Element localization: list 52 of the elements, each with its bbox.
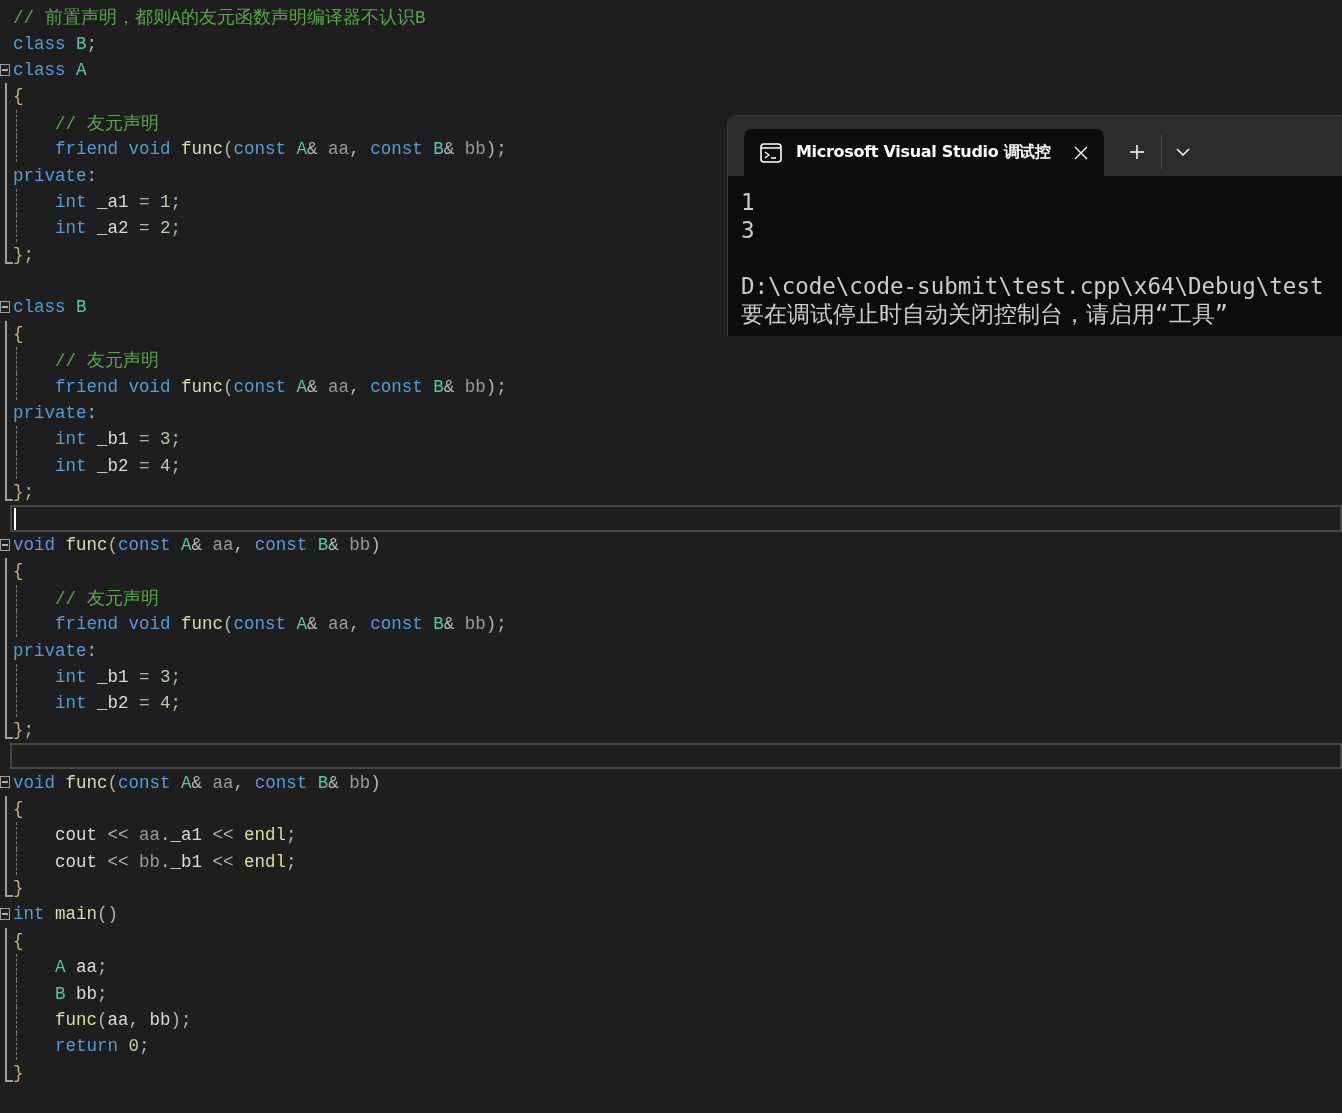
code-line: }: [13, 1062, 24, 1083]
code-line: friend void func(const A& aa, const B& bb);: [54, 376, 507, 397]
code-line: };: [13, 244, 35, 265]
console-output-line: 3: [741, 216, 756, 244]
code-line: func(aa, bb);: [54, 1010, 192, 1031]
code-line: // 友元声明: [54, 350, 159, 373]
code-line: class B;: [13, 33, 98, 54]
code-line: cout << aa._a1 << endl;: [54, 825, 297, 846]
code-line: {: [13, 86, 24, 107]
code-line: int _a1 = 1;: [54, 191, 182, 212]
code-line: {: [13, 798, 24, 819]
code-line: int _b2 = 4;: [54, 693, 182, 714]
code-line: {: [13, 930, 24, 951]
code-line: A aa;: [54, 957, 108, 978]
code-line: return 0;: [54, 1036, 150, 1057]
code-line: int _b1 = 3;: [54, 429, 182, 450]
code-line: int main(): [13, 904, 119, 925]
code-line: void func(const A& aa, const B& bb): [13, 535, 381, 555]
code-line: class A: [13, 59, 87, 80]
console-tab[interactable]: Microsoft Visual Studio 调试控: [744, 129, 1104, 176]
code-line: int _a2 = 2;: [54, 218, 182, 239]
code-line: };: [13, 719, 35, 740]
console-message-line: D:\code\code-submit\test.cpp\x64\Debug\test: [741, 272, 1325, 300]
code-line: class B: [13, 297, 87, 318]
code-line: // 友元声明: [54, 112, 159, 135]
code-line: };: [13, 482, 35, 503]
console-message-line: 要在调试停止时自动关闭控制台，请启用“工具”: [741, 300, 1230, 328]
code-line: // 友元声明: [54, 587, 159, 610]
code-line: B bb;: [54, 983, 108, 1004]
collapse-icon[interactable]: [0, 776, 10, 789]
plus-icon[interactable]: [1129, 144, 1145, 160]
code-line: int _b1 = 3;: [54, 666, 182, 687]
code-line: {: [13, 323, 24, 344]
collapse-icon[interactable]: [0, 301, 10, 314]
collapse-icon[interactable]: [0, 908, 10, 921]
close-icon[interactable]: [1074, 145, 1088, 160]
chevron-down-icon[interactable]: [1176, 147, 1190, 157]
code-line: {: [13, 561, 24, 582]
code-line: private:: [13, 640, 98, 661]
code-line: int _b2 = 4;: [54, 455, 182, 476]
code-line: friend void func(const A& aa, const B& bb);: [54, 139, 507, 160]
console-output-line: 1: [741, 188, 756, 216]
code-line: // 前置声明，都则A的友元函数声明编译器不认识B: [13, 7, 426, 30]
code-line: }: [13, 878, 24, 899]
code-line: void func(const A& aa, const B& bb): [13, 772, 381, 793]
collapse-icon[interactable]: [0, 538, 10, 551]
console-icon: [760, 142, 782, 163]
collapse-icon[interactable]: [0, 63, 10, 76]
code-line: private:: [13, 165, 98, 186]
code-line: cout << bb._b1 << endl;: [54, 851, 297, 872]
code-line: private:: [13, 403, 98, 424]
code-line: friend void func(const A& aa, const B& bb);: [54, 614, 507, 635]
